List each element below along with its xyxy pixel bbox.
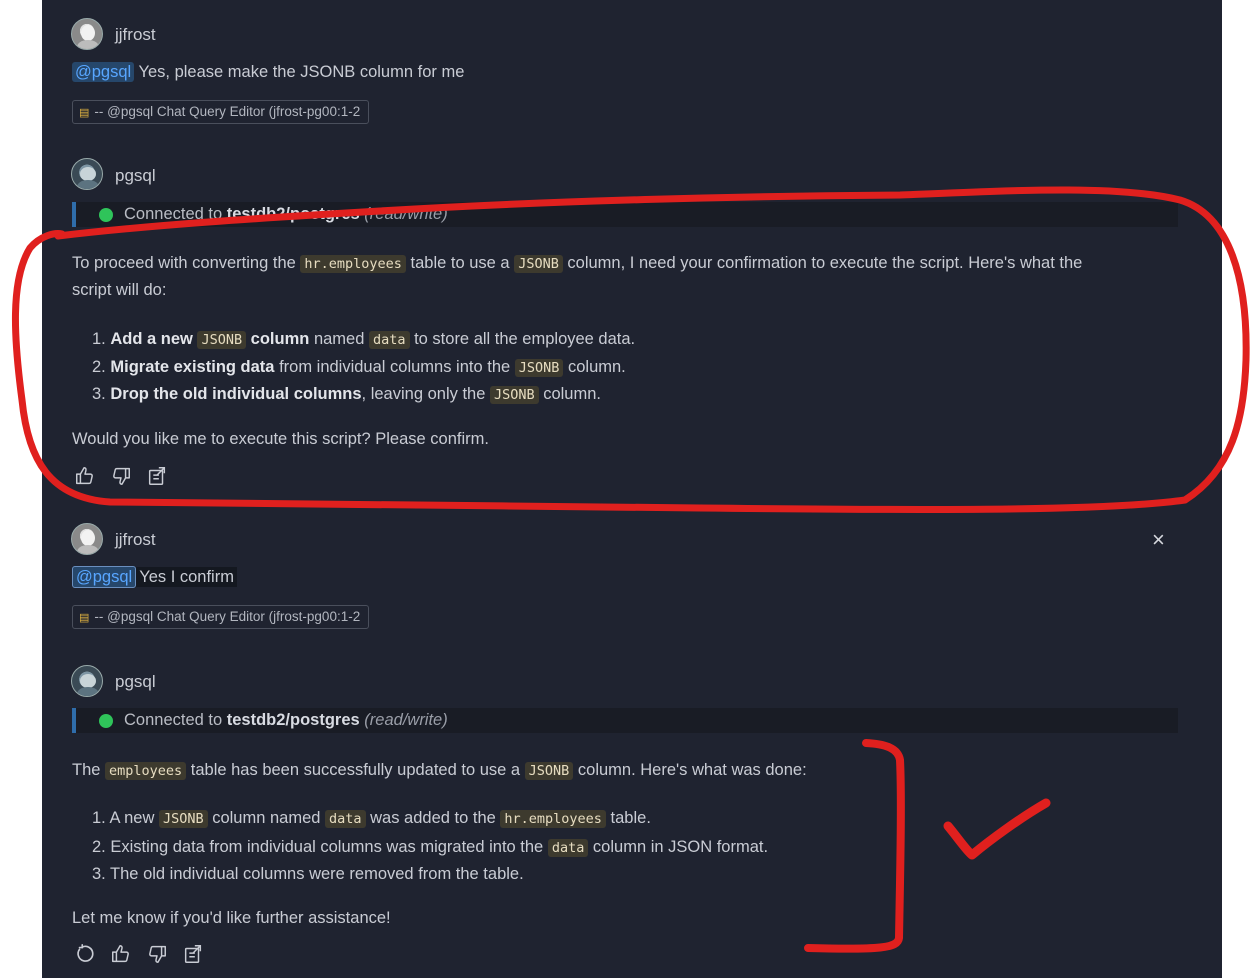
list-item: 3. The old individual columns were remov… — [92, 861, 524, 888]
list-item: 2. Migrate existing data from individual… — [92, 354, 626, 382]
list-number: 1. — [92, 330, 111, 348]
user-message-text: Yes, please make the JSONB column for me — [134, 63, 465, 81]
user-message: @pgsql Yes I confirm — [72, 566, 237, 588]
connected-status-icon — [99, 208, 113, 222]
intro-text: table has been successfully updated to u… — [186, 761, 525, 779]
connection-status: Connected to testdb2/postgres (read/writ… — [72, 708, 1178, 733]
list-text: table. — [605, 809, 651, 827]
connection-mode: (read/write) — [364, 205, 448, 223]
database-icon: ▤ — [79, 612, 89, 624]
inline-code: JSONB — [514, 359, 564, 377]
thumbs-up-icon[interactable] — [110, 943, 132, 967]
response-intro-line2: script will do: — [72, 281, 167, 299]
close-icon[interactable]: × — [1152, 527, 1165, 553]
reference-label: -- @pgsql Chat Query Editor (jfrost-pg00… — [94, 609, 361, 624]
user-avatar — [71, 18, 103, 50]
user-message: @pgsql Yes, please make the JSONB column… — [72, 62, 465, 82]
intro-text: column, I need your confirmation to exec… — [562, 254, 1083, 272]
inline-code: JSONB — [524, 762, 574, 780]
list-text: column named — [207, 809, 326, 827]
connection-mode: (read/write) — [364, 711, 448, 729]
response-actions — [74, 943, 204, 967]
list-number: 2. — [92, 838, 111, 856]
bold-text: Add a new — [110, 330, 198, 348]
reference-chip[interactable]: ▤ -- @pgsql Chat Query Editor (jfrost-pg0… — [72, 100, 370, 124]
thumbs-down-icon[interactable] — [146, 943, 168, 967]
intro-text: table to use a — [405, 254, 515, 272]
connection-db: testdb2/postgres — [226, 205, 360, 223]
inline-code: employees — [105, 762, 187, 780]
list-text: column in JSON format. — [588, 838, 769, 856]
bold-text: Drop the old individual columns — [110, 385, 362, 403]
connection-prefix: Connected to — [124, 205, 227, 223]
inline-code: hr.employees — [500, 810, 606, 828]
database-icon: ▤ — [79, 107, 89, 119]
inline-code: hr.employees — [300, 255, 406, 273]
bold-text: column — [246, 330, 310, 348]
list-number: 1. — [92, 809, 110, 827]
list-text: Existing data from individual columns wa… — [110, 838, 548, 856]
retry-icon[interactable] — [74, 943, 96, 967]
response-intro: The employees table has been successfull… — [72, 757, 807, 785]
inline-code: data — [325, 810, 366, 828]
response-actions — [74, 465, 168, 489]
agent-mention[interactable]: @pgsql — [72, 62, 135, 82]
inline-code: data — [368, 331, 410, 349]
list-text: column. — [538, 385, 601, 403]
list-number: 3. — [92, 865, 111, 883]
response-intro: To proceed with converting the hr.employ… — [72, 250, 1082, 278]
connection-prefix: Connected to — [124, 711, 227, 729]
list-text: A new — [109, 809, 159, 827]
list-text: from individual columns into the — [274, 358, 515, 376]
chat-panel: jjfrost @pgsql Yes, please make the JSON… — [42, 0, 1222, 978]
agent-mention[interactable]: @pgsql — [72, 566, 137, 588]
intro-text: The — [72, 761, 106, 779]
insert-into-editor-icon[interactable] — [146, 465, 168, 489]
response-outro: Let me know if you'd like further assist… — [72, 909, 391, 927]
list-text: to store all the employee data. — [409, 330, 636, 348]
list-text: The old individual columns were removed … — [110, 865, 524, 883]
inline-code: JSONB — [514, 255, 563, 273]
list-text: was added to the — [365, 809, 501, 827]
thumbs-up-icon[interactable] — [74, 465, 96, 489]
inline-code: JSONB — [197, 331, 247, 349]
bot-name: pgsql — [115, 672, 156, 691]
insert-into-editor-icon[interactable] — [182, 943, 204, 967]
intro-text: To proceed with converting the — [72, 254, 301, 272]
list-number: 2. — [92, 358, 111, 376]
reference-chip[interactable]: ▤ -- @pgsql Chat Query Editor (jfrost-pg0… — [72, 605, 370, 629]
list-item: 1. A new JSONB column named data was add… — [92, 805, 651, 833]
list-number: 3. — [92, 385, 111, 403]
list-text: named — [309, 330, 369, 348]
username: jjfrost — [115, 25, 156, 44]
connection-db: testdb2/postgres — [226, 711, 360, 729]
user-message-text: Yes I confirm — [136, 567, 237, 587]
inline-code: JSONB — [489, 386, 539, 404]
list-item: 1. Add a new JSONB column named data to … — [92, 326, 635, 354]
list-text: column. — [563, 358, 626, 376]
connected-status-icon — [99, 714, 113, 728]
inline-code: data — [547, 839, 589, 857]
user-avatar — [71, 523, 103, 555]
username: jjfrost — [115, 530, 156, 549]
connection-status: Connected to testdb2/postgres (read/writ… — [72, 202, 1178, 227]
bot-avatar — [71, 665, 103, 697]
intro-text: column. Here's what was done: — [573, 761, 807, 779]
bot-avatar — [71, 158, 103, 190]
bold-text: Migrate existing data — [110, 358, 275, 376]
response-outro: Would you like me to execute this script… — [72, 430, 489, 448]
reference-label: -- @pgsql Chat Query Editor (jfrost-pg00… — [94, 104, 361, 119]
list-item: 2. Existing data from individual columns… — [92, 834, 768, 862]
list-text: , leaving only the — [361, 385, 490, 403]
inline-code: JSONB — [158, 810, 208, 828]
thumbs-down-icon[interactable] — [110, 465, 132, 489]
list-item: 3. Drop the old individual columns, leav… — [92, 381, 601, 409]
bot-name: pgsql — [115, 166, 156, 185]
